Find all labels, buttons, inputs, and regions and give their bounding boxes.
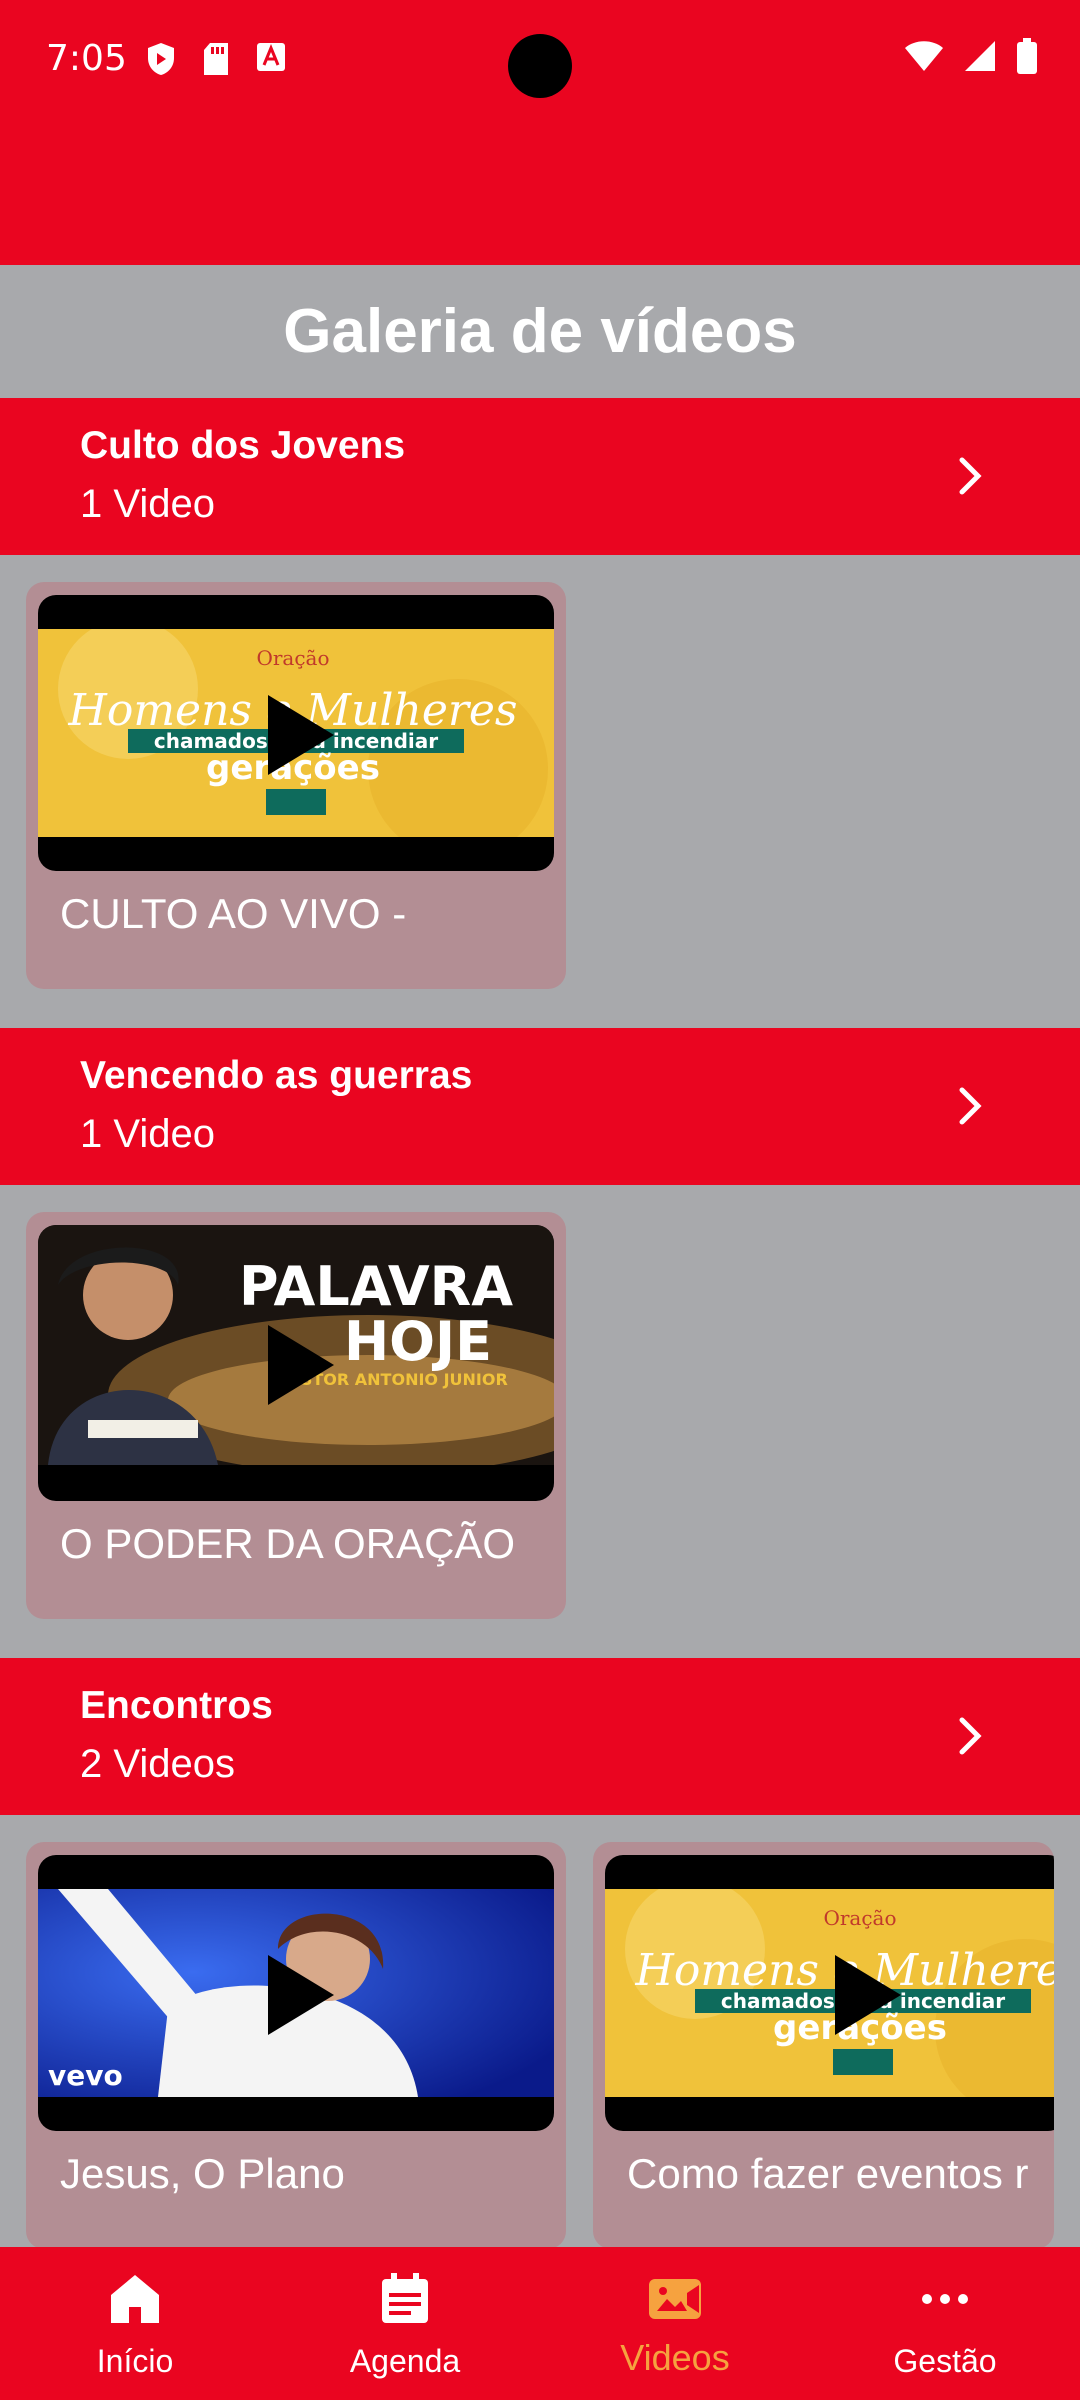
svg-text:vevo: vevo [48, 2059, 123, 2092]
category-header-vencendo-as-guerras[interactable]: Vencendo as guerras 1 Video [0, 1028, 1080, 1185]
nav-item-videos[interactable]: Videos [540, 2247, 810, 2400]
svg-text:PALAVRA: PALAVRA [239, 1255, 513, 1318]
nav-label: Início [96, 2343, 174, 2379]
play-icon[interactable] [266, 693, 336, 777]
video-thumbnail[interactable]: Oração Homens e Mulheres chamados para i… [605, 1855, 1054, 2131]
status-notification-icons [146, 42, 286, 76]
video-card[interactable]: Oração Homens e Mulheres chamados para i… [593, 1842, 1054, 2249]
svg-text:Oração: Oração [823, 1906, 896, 1930]
video-card[interactable]: vevo Jesus, O Plano [26, 1842, 566, 2249]
chevron-right-icon[interactable] [944, 450, 996, 502]
nav-item-gestao[interactable]: Gestão [810, 2247, 1080, 2400]
app-top-bar: 7:05 [0, 0, 1080, 265]
category-header-culto-dos-jovens[interactable]: Culto dos Jovens 1 Video [0, 398, 1080, 555]
video-thumbnail[interactable]: PALAVRA HOJE PASTOR ANTONIO JUNIOR [38, 1225, 554, 1501]
category-title: Encontros [80, 1684, 273, 1727]
nav-label: Gestão [893, 2343, 997, 2379]
home-icon [111, 2275, 159, 2323]
font-icon [257, 43, 285, 71]
camera-cutout [508, 34, 572, 98]
battery-icon [1017, 38, 1037, 74]
category-title: Vencendo as guerras [80, 1054, 473, 1097]
sd-card-icon [204, 43, 228, 75]
category-count: 2 Videos [80, 1742, 235, 1786]
video-title: Jesus, O Plano [60, 2150, 345, 2197]
chevron-right-icon[interactable] [944, 1080, 996, 1132]
svg-text:HOJE: HOJE [344, 1310, 492, 1373]
nav-label: Agenda [349, 2343, 461, 2379]
video-thumbnail[interactable]: vevo [38, 1855, 554, 2131]
bottom-navigation: Início Agenda Videos Gestão [0, 2247, 1080, 2400]
play-icon[interactable] [833, 1953, 903, 2037]
homens-mulheres-poster: Oração Homens e Mulheres chamados para i… [605, 1889, 1054, 2097]
category-count: 1 Video [80, 1112, 215, 1156]
chevron-right-icon[interactable] [944, 1710, 996, 1762]
nav-item-inicio[interactable]: Início [0, 2247, 270, 2400]
play-icon[interactable] [266, 1323, 336, 1407]
status-time: 7:05 [46, 38, 127, 79]
category-count: 1 Video [80, 482, 215, 526]
category-title: Culto dos Jovens [80, 424, 406, 467]
category-header-encontros[interactable]: Encontros 2 Videos [0, 1658, 1080, 1815]
page-title: Galeria de vídeos [283, 297, 797, 366]
signal-icon [965, 41, 995, 71]
play-icon[interactable] [266, 1953, 336, 2037]
video-title: O PODER DA ORAÇÃO [60, 1520, 516, 1567]
status-system-icons [904, 38, 1038, 74]
video-title: CULTO AO VIVO - [60, 890, 407, 937]
video-title: Como fazer eventos r [627, 2150, 1029, 2197]
calendar-icon [382, 2273, 428, 2323]
svg-text:Oração: Oração [256, 646, 329, 670]
shield-icon [148, 43, 174, 75]
wifi-icon [905, 41, 943, 71]
video-camera-icon [649, 2279, 701, 2319]
nav-item-agenda[interactable]: Agenda [270, 2247, 540, 2400]
more-horizontal-icon [922, 2294, 968, 2304]
nav-label: Videos [620, 2337, 730, 2378]
video-card[interactable]: Oração Homens e Mulheres chamados para i… [26, 582, 566, 989]
video-card[interactable]: PALAVRA HOJE PASTOR ANTONIO JUNIOR O POD… [26, 1212, 566, 1619]
video-thumbnail[interactable]: Oração Homens e Mulheres chamados para i… [38, 595, 554, 871]
